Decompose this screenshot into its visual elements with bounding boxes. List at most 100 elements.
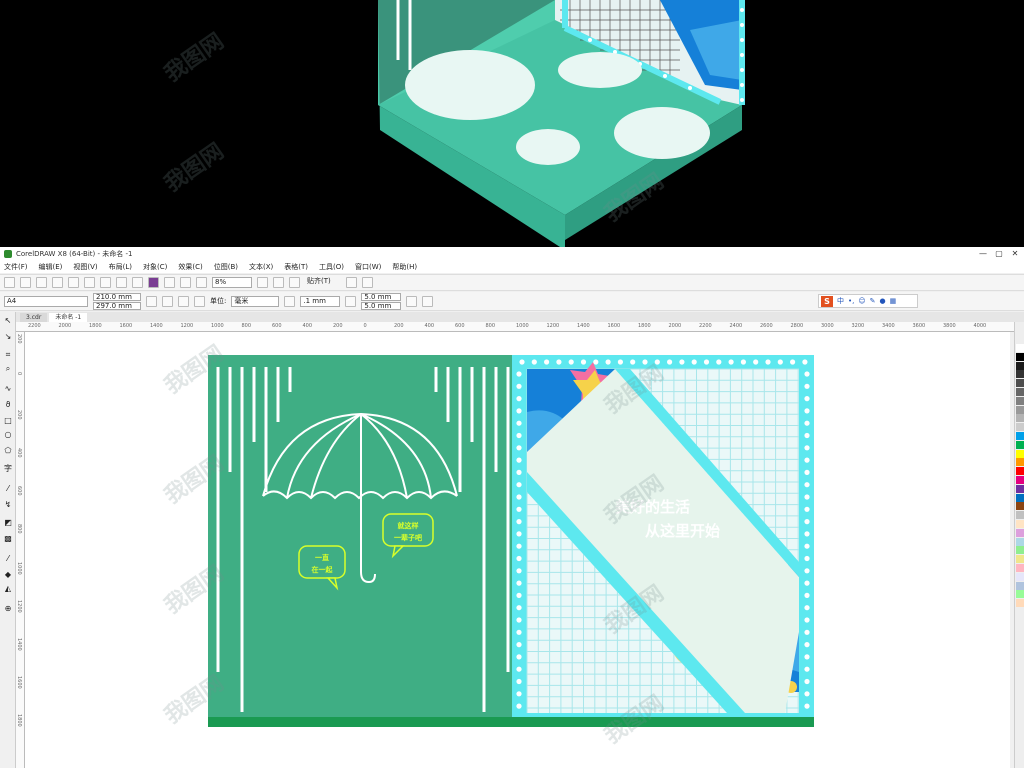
units-select[interactable]: 毫米 [231,295,280,307]
new-document-icon[interactable] [4,277,15,288]
landscape-icon[interactable] [162,295,173,307]
ime-punctuation-toggle[interactable]: •, [848,297,854,305]
color-swatch[interactable] [1016,484,1024,493]
color-swatch[interactable] [1016,555,1024,564]
color-swatch[interactable] [1016,511,1024,520]
menu-bitmaps[interactable]: 位图(B) [214,262,238,272]
tab-untitled[interactable]: 未命名 -1 [49,313,88,322]
color-swatch[interactable] [1016,581,1024,590]
page-height-field[interactable]: 297.0 mm [93,301,141,310]
color-swatch[interactable] [1016,432,1024,440]
color-swatch[interactable] [1016,493,1024,502]
undo-icon[interactable] [116,277,127,288]
open-icon[interactable] [20,277,31,288]
options-gear-icon[interactable] [346,277,357,288]
text-tool-icon[interactable]: 字 [3,464,13,474]
shape-tool-icon[interactable]: ↘ [3,332,13,342]
rectangle-tool-icon[interactable]: □ [3,416,13,426]
color-swatch[interactable] [1016,414,1024,423]
menu-layout[interactable]: 布局(L) [109,262,132,272]
connector-tool-icon[interactable]: ↯ [3,500,13,510]
zoom-level-field[interactable]: 8% [212,277,252,288]
copy-icon[interactable] [84,277,95,288]
color-swatch[interactable] [1016,405,1024,414]
menu-table[interactable]: 表格(T) [284,262,308,272]
all-pages-icon[interactable] [178,295,189,307]
transparency-icon[interactable]: ▩ [3,534,13,544]
color-swatch[interactable] [1016,344,1024,352]
color-swatch[interactable] [1016,379,1024,388]
drop-shadow-icon[interactable]: ◩ [3,518,13,528]
color-swatch[interactable] [1016,352,1024,361]
zoom-tool-icon[interactable]: ⌕ [3,364,13,374]
show-rulers-icon[interactable] [273,277,284,288]
ime-tools-icon[interactable]: ▦ [890,297,897,305]
redo-icon[interactable] [132,277,143,288]
menu-file[interactable]: 文件(F) [4,262,28,272]
cut-icon[interactable] [68,277,79,288]
artistic-media-icon[interactable]: ϑ [3,400,13,410]
color-swatch[interactable] [1016,458,1024,467]
color-swatch[interactable] [1016,449,1024,458]
color-swatch[interactable] [1016,537,1024,546]
smart-fill-icon[interactable]: ◭ [3,584,13,594]
add-icon[interactable] [422,295,434,307]
menu-effects[interactable]: 效果(C) [178,262,202,272]
color-swatch[interactable] [1016,361,1024,370]
edit-page-icon[interactable] [406,295,418,307]
page-width-field[interactable]: 210.0 mm [93,292,141,301]
color-swatch[interactable] [1016,502,1024,511]
duplicate-y-field[interactable]: 5.0 mm [361,301,402,310]
menu-tools[interactable]: 工具(O) [319,262,344,272]
portrait-icon[interactable] [146,295,157,307]
pdf-icon[interactable] [196,277,207,288]
menu-object[interactable]: 对象(C) [143,262,167,272]
color-swatch[interactable] [1016,388,1024,396]
export-icon[interactable] [180,277,191,288]
page-size-select[interactable]: A4 [4,295,88,307]
ime-emoji-icon[interactable]: ☺ [858,297,865,305]
pick-tool-icon[interactable]: ↖ [3,316,13,326]
minimize-button[interactable]: — [978,249,988,259]
ime-language-toggle[interactable]: 中 [837,296,844,306]
maximize-button[interactable]: ▢ [994,249,1004,259]
menu-text[interactable]: 文本(X) [249,262,273,272]
color-swatch[interactable] [1016,423,1024,432]
color-swatch[interactable] [1016,467,1024,476]
menu-edit[interactable]: 编辑(E) [39,262,63,272]
tab-3cdr[interactable]: 3.cdr [20,313,48,322]
color-swatch[interactable] [1016,528,1024,537]
color-swatch[interactable] [1016,520,1024,528]
color-swatch[interactable] [1016,599,1024,608]
corel-connect-icon[interactable] [148,277,159,288]
application-launcher-icon[interactable] [362,277,373,288]
paste-icon[interactable] [100,277,111,288]
color-swatch[interactable] [1016,440,1024,449]
add-tool-icon[interactable]: ⊕ [3,604,13,614]
color-swatch[interactable] [1016,476,1024,484]
color-swatch[interactable] [1016,564,1024,572]
import-icon[interactable] [164,277,175,288]
full-screen-icon[interactable] [257,277,268,288]
color-swatch[interactable] [1016,546,1024,555]
close-button[interactable]: ✕ [1010,249,1020,259]
crop-tool-icon[interactable]: ⌗ [3,350,13,360]
show-grid-icon[interactable] [289,277,300,288]
color-swatch[interactable] [1016,572,1024,581]
menu-window[interactable]: 窗口(W) [355,262,381,272]
duplicate-x-field[interactable]: 5.0 mm [361,292,402,301]
color-swatch[interactable] [1016,590,1024,599]
ellipse-tool-icon[interactable]: ○ [3,430,13,440]
save-icon[interactable] [36,277,47,288]
menu-help[interactable]: 帮助(H) [392,262,417,272]
drawing-canvas[interactable]: 一直 在一起 就这样 一辈子吧 美好的生活 从这里开始 我图网 我图网 我图网 … [25,332,1010,768]
color-swatch[interactable] [1016,396,1024,405]
nudge-distance-field[interactable]: .1 mm [300,295,341,307]
freehand-tool-icon[interactable]: ∿ [3,384,13,394]
sogou-logo-icon[interactable]: S [821,295,833,307]
snap-to-menu[interactable]: 贴齐(T) [305,277,341,288]
color-swatch[interactable] [1016,370,1024,379]
ime-skin-icon[interactable]: ✎ [870,297,876,305]
current-page-icon[interactable] [194,295,205,307]
parallel-dimension-icon[interactable]: ⁄ [3,484,13,494]
